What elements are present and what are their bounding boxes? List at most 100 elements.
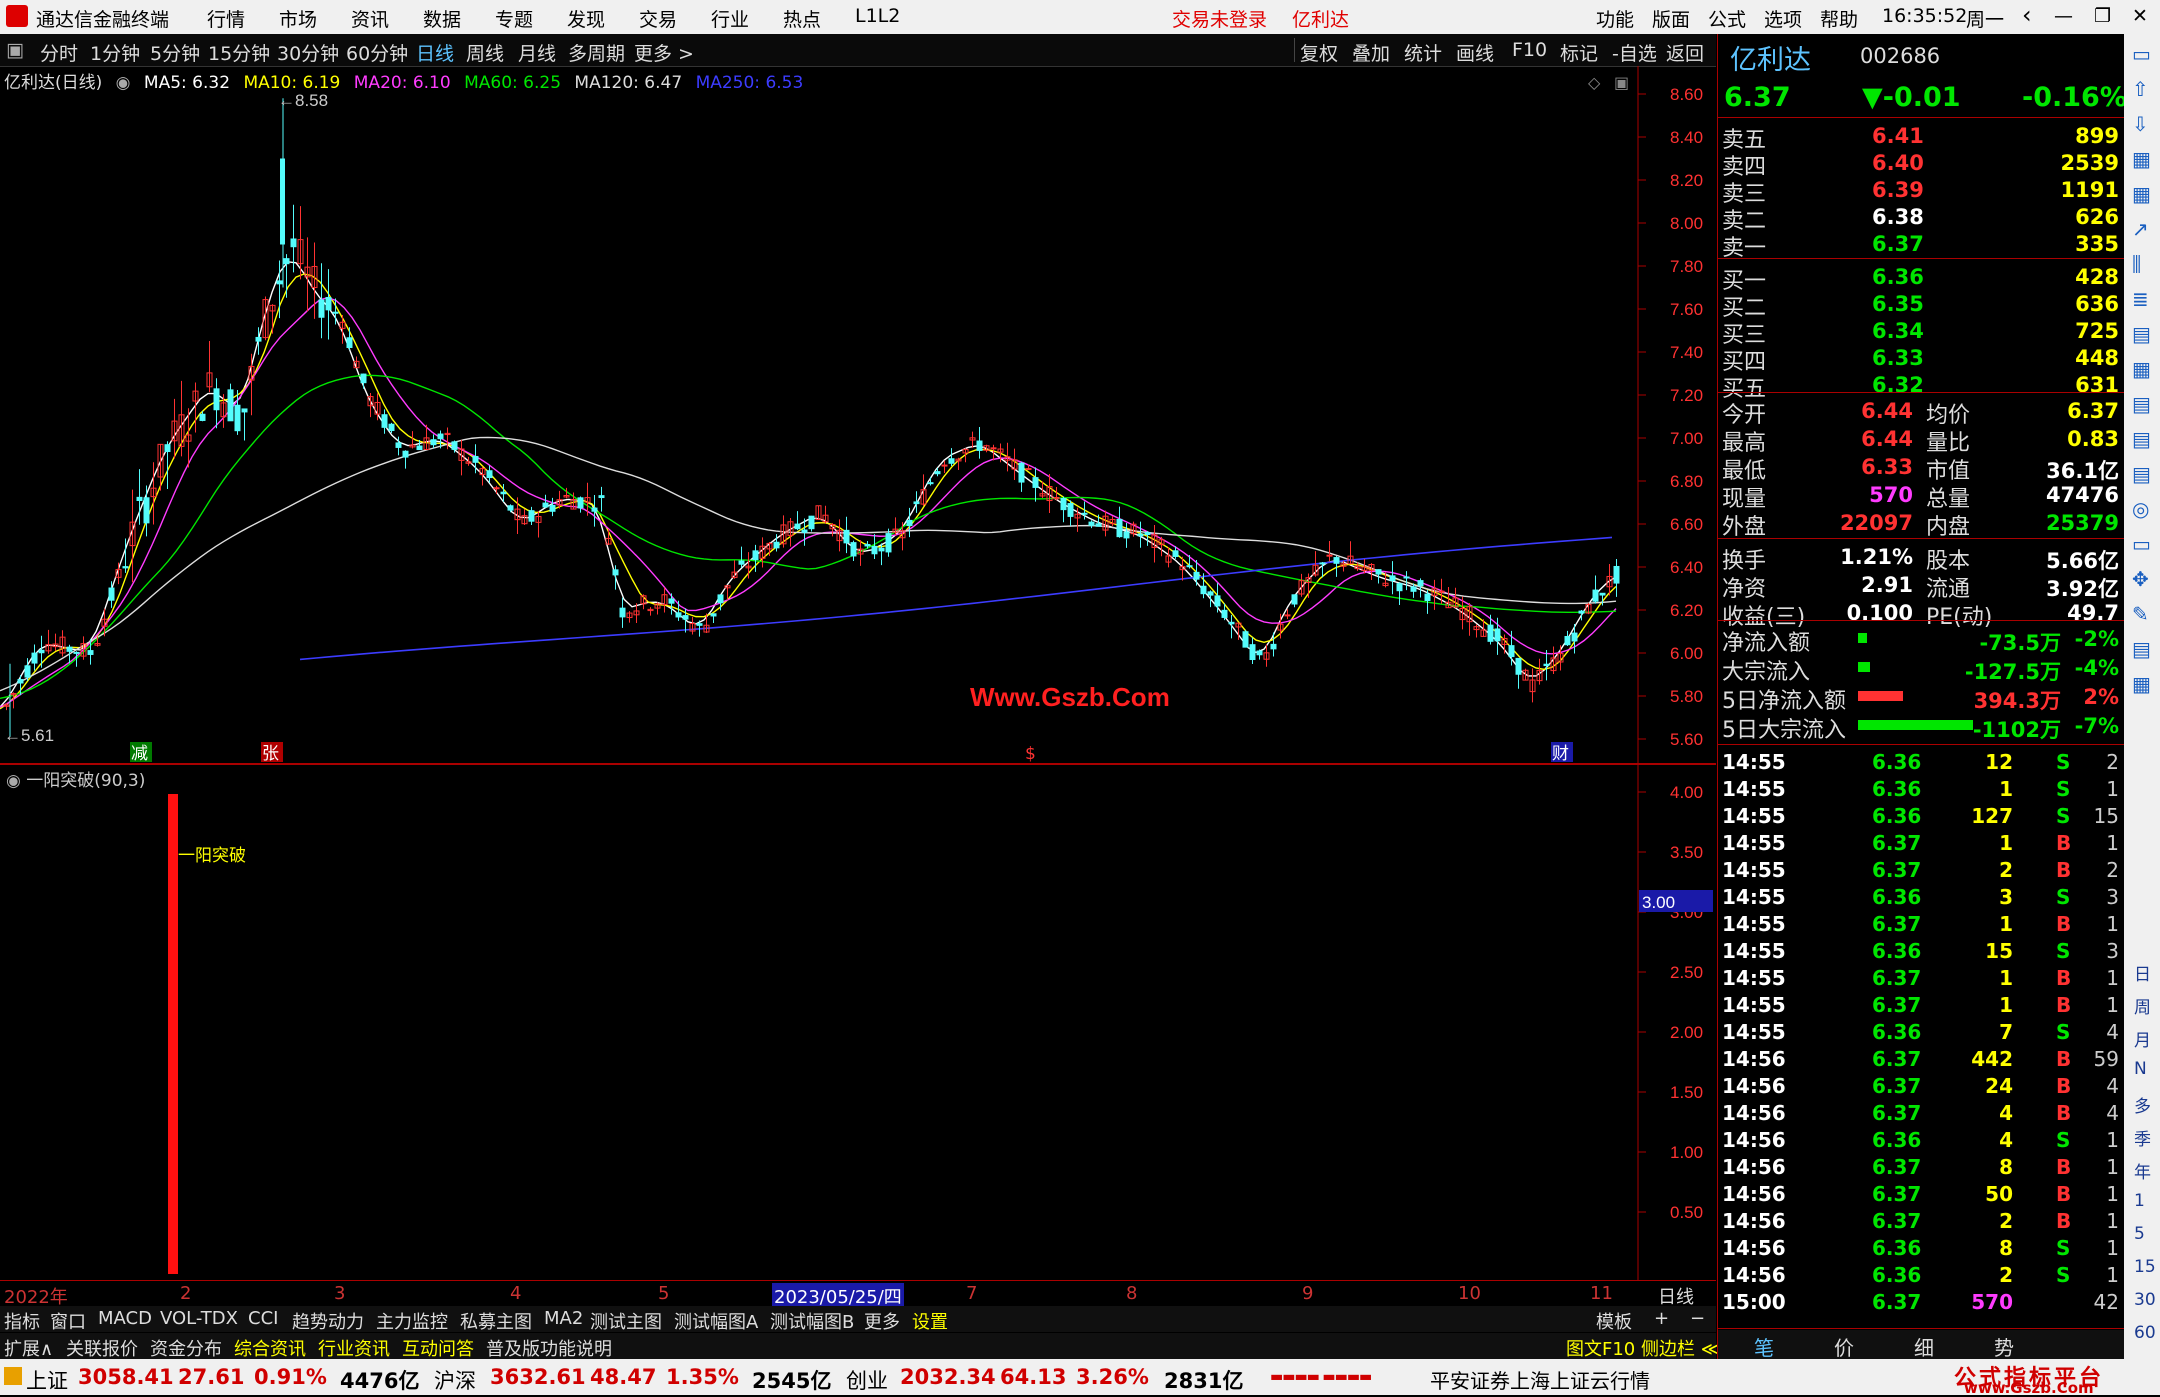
tab-daily[interactable]: 日线 [416, 39, 454, 66]
f2-icon[interactable]: ▤ [2132, 427, 2151, 451]
bid-row[interactable]: 买三 6.34 725 [1718, 317, 2125, 348]
bid-row[interactable]: 买一 6.36 428 [1718, 263, 2125, 294]
tab-prices[interactable]: 价 [1834, 1332, 1854, 1361]
fin-icon[interactable]: ▤ [2132, 322, 2151, 346]
tab-qa[interactable]: 互动问答 [402, 1335, 474, 1361]
tab-more-indicators[interactable]: 更多 [864, 1308, 900, 1334]
sz-index-name[interactable]: 沪深 [434, 1365, 476, 1395]
remove-window-button[interactable]: − [1690, 1308, 1705, 1329]
tab-trend-power[interactable]: 趋势动力 [292, 1308, 364, 1334]
tab-industry-news[interactable]: 行业资讯 [318, 1335, 390, 1361]
sidebar-period[interactable]: 周 [2134, 993, 2151, 1018]
tab-60min[interactable]: 60分钟 [346, 39, 408, 66]
bid-row[interactable]: 买四 6.33 448 [1718, 344, 2125, 375]
tab-more[interactable]: 更多 > [634, 39, 694, 66]
tab-multi-period[interactable]: 多周期 [568, 39, 625, 66]
f10-button[interactable]: F10 [1512, 39, 1547, 61]
return-button[interactable]: 返回 [1666, 39, 1704, 66]
ask-row[interactable]: 卖五 6.41 899 [1718, 122, 2125, 153]
indicator-title[interactable]: ◉ 一阳突破(90,3) [6, 766, 145, 791]
menu-item-options[interactable]: 选项 [1764, 5, 1802, 32]
window-icon[interactable]: ▭ [2132, 42, 2151, 66]
restore-icon[interactable]: ❐ [2094, 5, 2111, 27]
tab-30min[interactable]: 30分钟 [277, 39, 339, 66]
menu-item-layout[interactable]: 版面 [1652, 5, 1690, 32]
indicator-toggle-icon[interactable]: ◉ [6, 771, 21, 791]
tab-monthly[interactable]: 月线 [518, 39, 556, 66]
arrow-up-icon[interactable]: ⇧ [2132, 77, 2149, 101]
overlay-button[interactable]: 叠加 [1352, 39, 1390, 66]
sidebar-period[interactable]: 月 [2134, 1026, 2151, 1051]
tab-intraday[interactable]: 分时 [40, 39, 78, 66]
phone-icon[interactable]: ▦ [2132, 672, 2151, 696]
tab-ma2[interactable]: MA2 [544, 1308, 583, 1329]
legend-toggle-icon[interactable]: ◉ [116, 73, 131, 93]
login-status[interactable]: 交易未登录 [1172, 5, 1267, 32]
minimize-icon[interactable]: — [2054, 5, 2073, 27]
menu-item-formula[interactable]: 公式 [1708, 5, 1746, 32]
tab-private-main[interactable]: 私募主图 [460, 1308, 532, 1334]
watchlist-remove-button[interactable]: -自选 [1612, 39, 1657, 66]
menu-item-data[interactable]: 数据 [423, 5, 461, 32]
ask-row[interactable]: 卖二 6.38 626 [1718, 203, 2125, 234]
stats-button[interactable]: 统计 [1404, 39, 1442, 66]
tab-main-monitor[interactable]: 主力监控 [376, 1308, 448, 1334]
tab-general-news[interactable]: 综合资讯 [234, 1335, 306, 1361]
sidebar-period[interactable]: N [2134, 1059, 2147, 1079]
f5-icon[interactable]: ▤ [2132, 637, 2151, 661]
template-button[interactable]: 模板 [1596, 1308, 1632, 1334]
sidebar-period[interactable]: 5 [2134, 1224, 2145, 1244]
bid-row[interactable]: 买二 6.35 636 [1718, 290, 2125, 321]
tab-fund-distribution[interactable]: 资金分布 [150, 1335, 222, 1361]
calendar-icon[interactable]: ▦ [2132, 147, 2151, 171]
ask-row[interactable]: 卖一 6.37 335 [1718, 230, 2125, 261]
tab-weekly[interactable]: 周线 [466, 39, 504, 66]
adjust-button[interactable]: 复权 [1300, 39, 1338, 66]
f10-icon[interactable]: ▤ [2132, 462, 2151, 486]
menu-item-news[interactable]: 资讯 [351, 5, 389, 32]
tab-test-main[interactable]: 测试主图 [590, 1308, 662, 1334]
cy-index-name[interactable]: 创业 [846, 1365, 888, 1395]
pdf-icon[interactable]: ▤ [2132, 392, 2151, 416]
tab-test-sub-a[interactable]: 测试幅图A [674, 1308, 758, 1334]
kline-chart[interactable]: 8.60 8.40 8.20 8.00 7.80 7.60 7.40 7.20 7.00 6.80… [0, 66, 1716, 1280]
rsi-icon[interactable]: ▭ [2132, 532, 2151, 556]
close-icon[interactable]: ✕ [2132, 5, 2148, 27]
move-icon[interactable]: ✥ [2132, 567, 2149, 591]
tab-vol-tdx[interactable]: VOL-TDX [160, 1308, 238, 1329]
tab-expand[interactable]: 扩展∧ [4, 1335, 53, 1361]
tab-5min[interactable]: 5分钟 [150, 39, 200, 66]
sidebar-period[interactable]: 日 [2134, 960, 2151, 985]
sidebar-period[interactable]: 60 [2134, 1323, 2156, 1343]
ask-row[interactable]: 卖四 6.40 2539 [1718, 149, 2125, 180]
pen-icon[interactable]: ✎ [2132, 602, 2149, 626]
tab-edition-help[interactable]: 普及版功能说明 [486, 1335, 612, 1361]
menu-item-market2[interactable]: 市场 [279, 5, 317, 32]
f10-sidebar-toggle[interactable]: 图文F10 侧边栏 ≪ [1566, 1335, 1720, 1361]
sidebar-period[interactable]: 30 [2134, 1290, 2156, 1310]
table-icon[interactable]: ▦ [2132, 357, 2151, 381]
sidebar-period[interactable]: 15 [2134, 1257, 2156, 1277]
sidebar-period[interactable]: 年 [2134, 1158, 2151, 1183]
menu-item-help[interactable]: 帮助 [1820, 5, 1858, 32]
tab-1min[interactable]: 1分钟 [90, 39, 140, 66]
draw-button[interactable]: 画线 [1456, 39, 1494, 66]
sidebar-period[interactable]: 1 [2134, 1191, 2145, 1211]
chart-icon[interactable]: ◎ [2132, 497, 2149, 521]
kline-icon[interactable]: ⫼ [2132, 252, 2141, 276]
line-chart-icon[interactable]: ↗ [2132, 217, 2149, 241]
menu-item-l1l2[interactable]: L1L2 [855, 5, 900, 27]
sidebar-period[interactable]: 季 [2134, 1125, 2151, 1150]
tab-test-sub-b[interactable]: 测试幅图B [770, 1308, 854, 1334]
menu-item-market[interactable]: 行情 [207, 5, 245, 32]
back-icon[interactable]: ‹ [2022, 1, 2032, 29]
arrow-down-icon[interactable]: ⇩ [2132, 112, 2149, 136]
tab-trend[interactable]: 势 [1994, 1332, 2014, 1361]
menu-item-trade[interactable]: 交易 [639, 5, 677, 32]
menu-item-function[interactable]: 功能 [1596, 5, 1634, 32]
tab-related-quotes[interactable]: 关联报价 [66, 1335, 138, 1361]
sh-index-name[interactable]: 上证 [26, 1365, 68, 1395]
tab-macd[interactable]: MACD [98, 1308, 152, 1329]
tab-indicator[interactable]: 指标 [4, 1308, 40, 1334]
menu-item-hot[interactable]: 热点 [783, 5, 821, 32]
